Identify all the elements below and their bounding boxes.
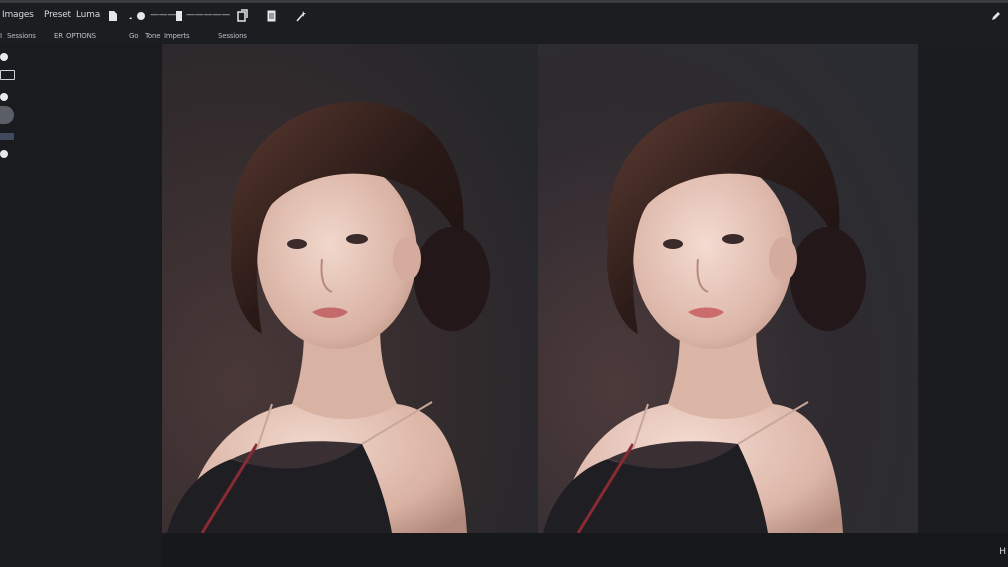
menu-item-0[interactable]: I: [0, 31, 2, 41]
square-icon[interactable]: [175, 9, 183, 23]
checkbox-option[interactable]: [0, 70, 15, 80]
brush-size-select[interactable]: ———: [150, 10, 177, 21]
menu-item-tone[interactable]: Tone: [145, 31, 161, 41]
toolbar-images-label[interactable]: Images: [2, 10, 34, 21]
menu-item-imperts[interactable]: Imperts: [164, 31, 190, 41]
left-panel: [0, 44, 162, 567]
page-icon[interactable]: [265, 9, 277, 23]
menu-item-er[interactable]: ER: [54, 31, 63, 41]
status-bar: H: [162, 533, 1008, 567]
menu-item-sessions[interactable]: Sessions: [7, 31, 36, 41]
brush-icon[interactable]: [127, 9, 149, 23]
radio-option-1[interactable]: [0, 53, 8, 61]
radio-option-3[interactable]: [0, 150, 8, 158]
menu-item-options[interactable]: OPTIONS: [66, 31, 96, 41]
mode-select[interactable]: —————: [186, 10, 230, 21]
status-text: H: [999, 547, 1006, 557]
after-image[interactable]: [538, 44, 918, 533]
before-portrait-illustration: [162, 44, 542, 533]
right-panel: [918, 44, 1008, 533]
toolbar-preset-label[interactable]: Preset: [44, 10, 71, 21]
radio-option-2[interactable]: [0, 93, 8, 101]
layers-icon[interactable]: [234, 9, 250, 23]
after-portrait-illustration: [538, 44, 918, 533]
selected-swatch[interactable]: [0, 133, 14, 140]
toolbar-luma-label[interactable]: Luma: [76, 10, 100, 21]
file-icon[interactable]: [107, 9, 119, 23]
toolbar: Images Preset Luma ——— —————: [0, 3, 1008, 29]
slider-knob[interactable]: [0, 106, 14, 124]
pen-icon[interactable]: [990, 9, 1002, 23]
before-image[interactable]: [162, 44, 542, 533]
menu-item-go[interactable]: Go: [129, 31, 139, 41]
menubar: I Sessions ER OPTIONS Go Tone Imperts Se…: [0, 29, 1008, 44]
wand-icon[interactable]: [294, 9, 308, 23]
menu-item-sessions-2[interactable]: Sessions: [218, 31, 247, 41]
